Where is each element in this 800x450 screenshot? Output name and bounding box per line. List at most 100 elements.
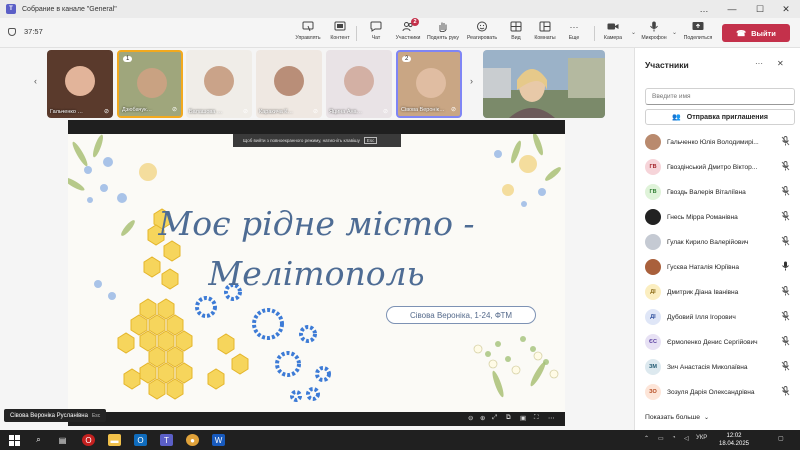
microphone-options-chevron-icon[interactable]: ⌄ [672, 29, 677, 36]
show-more-button[interactable]: Показать больше ⌄ [645, 414, 709, 421]
meeting-timer: 37:57 [8, 27, 43, 36]
maximize-button[interactable]: ☐ [746, 0, 774, 18]
participants-button[interactable]: 2 Участники [388, 18, 428, 46]
participant-video [65, 66, 95, 96]
participant-row[interactable]: Гнесь Мірра Романівна [635, 205, 800, 229]
window-title: Собрание в канале "General" [22, 5, 117, 13]
participant-row[interactable]: ДІ Дмитрик Діана Іванівна [635, 280, 800, 304]
fit-icon[interactable]: ⤢ [492, 414, 497, 422]
participant-avatar [645, 259, 661, 275]
search-icon[interactable]: ⌕ [32, 434, 45, 446]
opera-browser-icon[interactable]: O [82, 434, 95, 446]
presenter-name-tag: Сівова Вероніка Русланівна Esc [4, 409, 107, 422]
camera-icon [607, 21, 619, 32]
participant-strip: ‹ Гальченко … ⊘ 1 Дзюбачук… ⊘ Балашова …… [0, 48, 634, 120]
participant-row[interactable]: ГВ Гвоздь Валерія Віталіївна [635, 180, 800, 204]
meet-now-icon[interactable]: ▭ [658, 435, 664, 442]
presenter-name: Сівова Вероніка Русланівна [10, 412, 88, 419]
layout-icon[interactable]: ▣ [520, 414, 526, 422]
participant-tile[interactable]: 1 Дзюбачук… ⊘ [117, 50, 183, 118]
clock-time: 12:02 [726, 433, 742, 439]
chrome-icon[interactable]: ● [186, 434, 199, 446]
leave-button[interactable]: ☎ Выйти [722, 24, 790, 42]
participant-row[interactable]: Гусєва Наталія Юріївна [635, 255, 800, 279]
participant-tile[interactable]: Гальченко … ⊘ [47, 50, 113, 118]
tray-chevron-icon[interactable]: ⌃ [644, 435, 649, 442]
raise-hand-button[interactable]: Поднять руку [423, 21, 463, 46]
camera-button[interactable]: Камера [593, 21, 633, 46]
strip-prev-icon[interactable]: ‹ [34, 76, 37, 86]
mic-off-icon[interactable] [781, 286, 790, 298]
minimize-button[interactable]: — [718, 0, 746, 18]
fullscreen-icon[interactable]: ⛶ [534, 414, 539, 422]
teams-taskbar-icon[interactable]: T [160, 434, 173, 446]
strip-next-icon[interactable]: › [470, 76, 473, 86]
file-explorer-icon[interactable]: ▬ [108, 434, 121, 446]
more-options-icon[interactable]: ··· [755, 59, 763, 68]
notifications-icon[interactable]: ▢ [778, 435, 784, 442]
share-icon [692, 21, 704, 32]
outlook-icon[interactable]: O [134, 434, 147, 446]
participant-row[interactable]: ЗО Зозуля Дарія Олександрівна [635, 380, 800, 404]
windows-start-icon[interactable] [8, 434, 21, 446]
participant-tile[interactable]: 2 Сівова Веронік… ⊘ [396, 50, 462, 118]
participant-avatar: ЗО [645, 384, 661, 400]
more-button[interactable]: ··· Еще [554, 21, 594, 46]
share-top-bar [68, 120, 565, 134]
participant-search-input[interactable] [645, 88, 795, 105]
microphone-button[interactable]: Микрофон [634, 21, 674, 46]
close-window-button[interactable]: ✕ [772, 0, 800, 18]
more-share-options-icon[interactable]: ⋯ [548, 414, 555, 422]
share-content-button[interactable]: Контент [320, 21, 360, 46]
language-indicator[interactable]: УКР [696, 435, 707, 441]
mic-off-icon[interactable] [781, 136, 790, 148]
mic-off-icon[interactable] [781, 211, 790, 223]
participant-row[interactable]: ЄС Єрмоленко Денис Сергійович [635, 330, 800, 354]
zoom-out-icon[interactable]: ⊖ [468, 414, 473, 422]
participant-name: Гулак Кирило Валерійович [667, 238, 749, 246]
shared-slide: Моє рідне місто - Мелітополь Сівова Веро… [68, 134, 565, 412]
participant-avatar: ГВ [645, 184, 661, 200]
pop-out-icon[interactable]: ⧉ [506, 414, 511, 422]
leave-label: Выйти [751, 28, 776, 38]
more-icon: ··· [569, 21, 579, 32]
share-button[interactable]: Поделиться [678, 21, 718, 46]
microphone-icon[interactable] [781, 261, 790, 273]
people-icon: 2 [402, 18, 419, 32]
zoom-in-icon[interactable]: ⊕ [480, 414, 485, 422]
mic-off-icon[interactable] [781, 361, 790, 373]
mic-off-icon[interactable] [781, 236, 790, 248]
volume-icon[interactable]: ◁ [684, 435, 689, 442]
close-panel-icon[interactable]: ✕ [777, 59, 784, 68]
participant-name: Дубовий Ілля Ігорович [667, 313, 736, 321]
participant-row[interactable]: ЗМ Зич Анастасія Миколаївна [635, 355, 800, 379]
mic-off-icon[interactable] [781, 336, 790, 348]
participant-name: Гвоздінський Дмитро Віктор... [667, 163, 758, 171]
mic-off-icon[interactable] [781, 386, 790, 398]
taskbar-clock[interactable]: 12:02 18.04.2025 [712, 432, 756, 448]
task-view-icon[interactable]: ▤ [56, 434, 69, 446]
send-invite-button[interactable]: 👥 Отправка приглашения [645, 109, 795, 125]
participant-tile[interactable]: Каракича К… ⊘ [256, 50, 322, 118]
raise-hand-icon [437, 21, 449, 32]
raised-hand-badge: 2 [402, 56, 412, 62]
mic-off-icon[interactable] [781, 186, 790, 198]
send-invite-label: Отправка приглашения [686, 113, 768, 121]
invite-people-icon: 👥 [672, 114, 681, 121]
esc-key-label: Esc [363, 137, 378, 144]
participant-row[interactable]: Гулак Кирило Валерійович [635, 230, 800, 254]
participant-avatar [645, 209, 661, 225]
more-options-icon[interactable]: … [690, 0, 718, 18]
word-icon[interactable]: W [212, 434, 225, 446]
mic-off-icon[interactable] [781, 311, 790, 323]
meeting-toolbar: 37:57 Управлять Контент Чат 2 Участники … [0, 18, 800, 48]
participant-row[interactable]: ДІ Дубовий Ілля Ігорович [635, 305, 800, 329]
network-icon[interactable]: ◔ [672, 435, 676, 441]
participant-avatar [204, 66, 234, 96]
mic-off-icon[interactable] [781, 161, 790, 173]
participant-row[interactable]: Гальченко Юлія Володимирі... [635, 130, 800, 154]
participant-row[interactable]: ГВ Гвоздінський Дмитро Віктор... [635, 155, 800, 179]
participant-tile[interactable]: Балашова … ⊘ [186, 50, 252, 118]
self-video-tile[interactable] [483, 50, 605, 118]
participant-tile[interactable]: Яцина Ана… ⊘ [326, 50, 392, 118]
